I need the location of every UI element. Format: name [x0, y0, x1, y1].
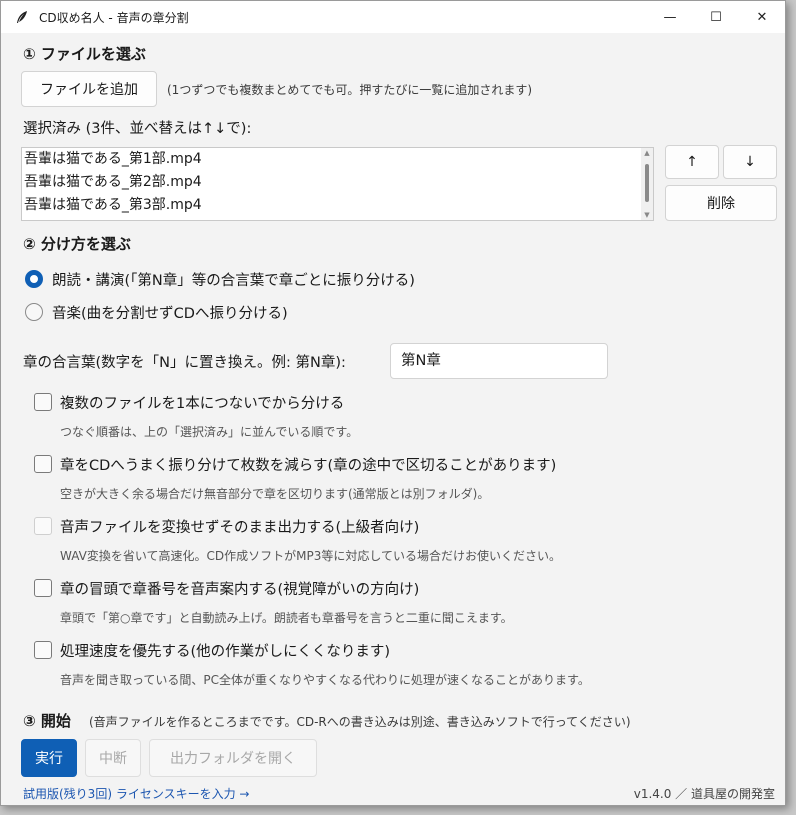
add-file-hint: (1つずつでも複数まとめてでも可。押すたびに一覧に追加されます) [167, 83, 533, 97]
checkbox-concat[interactable] [34, 393, 52, 411]
checkbox-no-convert[interactable] [34, 517, 52, 535]
list-scrollbar[interactable]: ▲ ▼ [641, 148, 653, 220]
add-file-button[interactable]: ファイルを追加 [21, 71, 157, 107]
file-list[interactable]: 吾輩は猫である_第1部.mp4 吾輩は猫である_第2部.mp4 吾輩は猫である_… [21, 147, 654, 221]
selected-files-label: 選択済み (3件、並べ替えは↑↓で): [23, 121, 252, 137]
checkbox-pack-cd-label[interactable]: 章をCDへうまく振り分けて枚数を減らす(章の途中で区切ることがあります) [60, 454, 556, 475]
keyword-input[interactable]: 第N章 [390, 343, 608, 379]
checkbox-no-convert-desc: WAV変換を省いて高速化。CD作成ソフトがMP3等に対応している場合だけお使いく… [60, 549, 561, 563]
radio-music-label[interactable]: 音楽(曲を分割せずCDへ振り分ける) [52, 302, 288, 323]
version-label: v1.4.0 ／ 道具屋の開発室 [633, 787, 775, 801]
checkbox-voice-guide-desc: 章頭で「第○章です」と自動読み上げ。朗読者も章番号を言うと二重に聞こえます。 [60, 611, 513, 625]
section1-heading: ① ファイルを選ぶ [23, 45, 146, 63]
checkbox-speed-priority[interactable] [34, 641, 52, 659]
minimize-button[interactable]: — [647, 1, 693, 33]
list-item[interactable]: 吾輩は猫である_第3部.mp4 [22, 194, 653, 217]
close-button[interactable]: ✕ [739, 1, 785, 33]
checkbox-pack-cd[interactable] [34, 455, 52, 473]
section3-heading: ③ 開始 [23, 712, 71, 730]
list-item[interactable]: 吾輩は猫である_第1部.mp4 [22, 148, 653, 171]
checkbox-no-convert-label[interactable]: 音声ファイルを変換せずそのまま出力する(上級者向け) [60, 516, 419, 537]
run-button[interactable]: 実行 [21, 739, 77, 777]
checkbox-voice-guide[interactable] [34, 579, 52, 597]
main-content: ① ファイルを選ぶ ファイルを追加 (1つずつでも複数まとめてでも可。押すたびに… [1, 33, 785, 805]
checkbox-pack-cd-desc: 空きが大きく余る場合だけ無音部分で章を区切ります(通常版とは別フォルダ)。 [60, 487, 490, 501]
trial-license-link[interactable]: 試用版(残り3回) ライセンスキーを入力 → [23, 785, 249, 802]
scroll-thumb[interactable] [645, 164, 649, 202]
checkbox-voice-guide-label[interactable]: 章の冒頭で章番号を音声案内する(視覚障がいの方向け) [60, 578, 419, 599]
checkbox-speed-priority-label[interactable]: 処理速度を優先する(他の作業がしにくくなります) [60, 640, 390, 661]
maximize-icon: ☐ [710, 9, 722, 25]
radio-music[interactable] [25, 303, 43, 321]
window-title: CD収め名人 - 音声の章分割 [39, 10, 189, 25]
move-up-button[interactable]: ↑ [665, 145, 719, 179]
radio-reading[interactable] [25, 270, 43, 288]
move-down-button[interactable]: ↓ [723, 145, 777, 179]
close-icon: ✕ [756, 9, 768, 25]
delete-button[interactable]: 削除 [665, 185, 777, 221]
maximize-button[interactable]: ☐ [693, 1, 739, 33]
checkbox-concat-label[interactable]: 複数のファイルを1本につないでから分ける [60, 392, 344, 413]
scroll-up-icon[interactable]: ▲ [643, 149, 651, 157]
title-bar: CD収め名人 - 音声の章分割 — ☐ ✕ [1, 1, 785, 33]
list-item[interactable]: 吾輩は猫である_第2部.mp4 [22, 171, 653, 194]
scroll-down-icon[interactable]: ▼ [643, 211, 651, 219]
keyword-label: 章の合言葉(数字を「N」に置き換え。例: 第N章): [23, 355, 346, 371]
radio-reading-label[interactable]: 朗読・講演(「第N章」等の合言葉で章ごとに振り分ける) [52, 269, 415, 290]
checkbox-speed-priority-desc: 音声を聞き取っている間、PC全体が重くなりやすくなる代わりに処理が速くなることが… [60, 673, 590, 687]
section2-heading: ② 分け方を選ぶ [23, 235, 131, 253]
checkbox-concat-desc: つなぐ順番は、上の「選択済み」に並んでいる順です。 [60, 425, 359, 439]
feather-icon [15, 10, 29, 24]
app-window: CD収め名人 - 音声の章分割 — ☐ ✕ ① ファイルを選ぶ ファイルを追加 … [0, 0, 786, 806]
minimize-icon: — [663, 9, 677, 25]
open-folder-button[interactable]: 出力フォルダを開く [149, 739, 317, 777]
section3-hint: (音声ファイルを作るところまでです。CD-Rへの書き込みは別途、書き込みソフトで… [89, 715, 631, 729]
stop-button[interactable]: 中断 [85, 739, 141, 777]
